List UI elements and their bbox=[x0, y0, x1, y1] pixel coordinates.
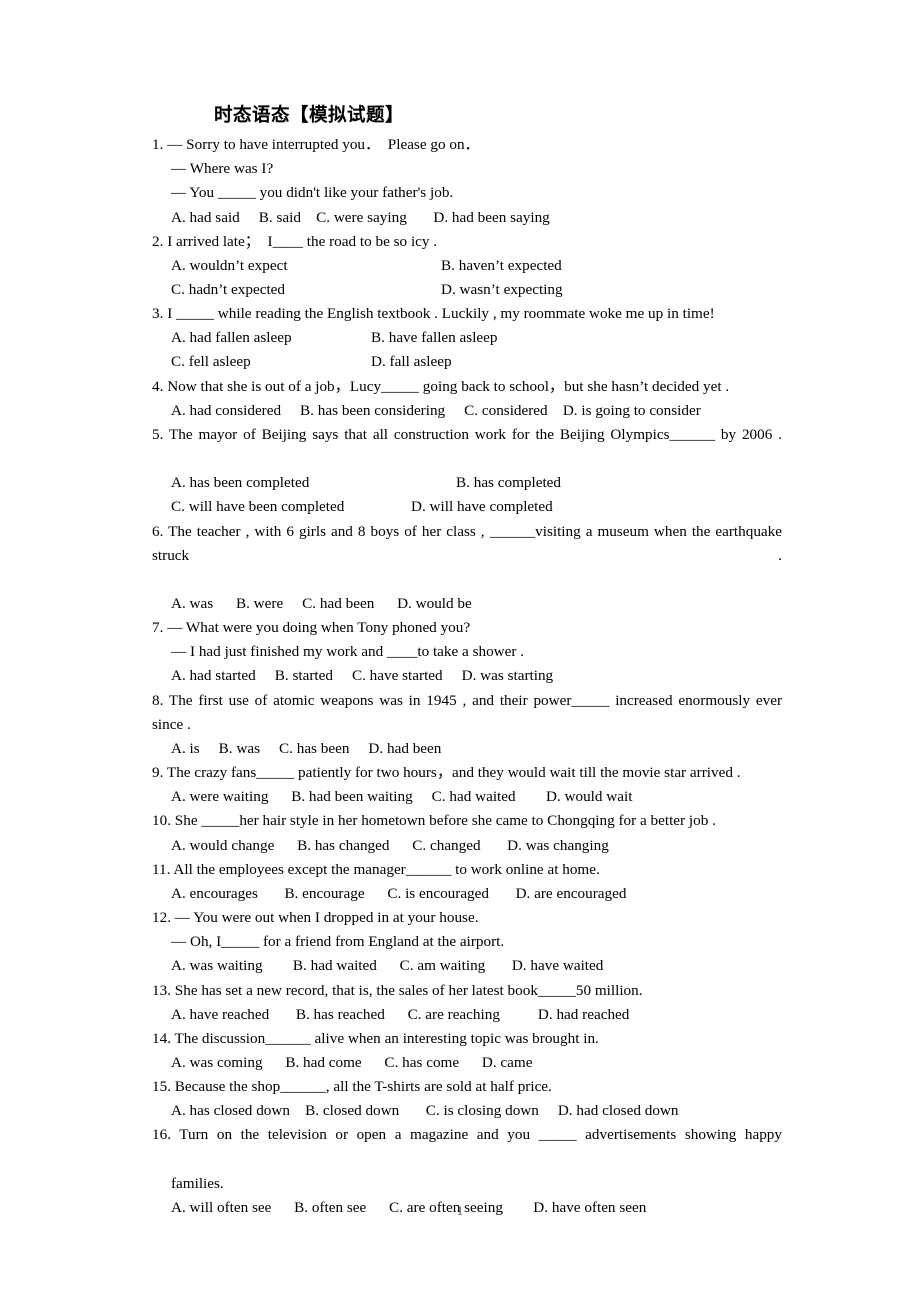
question-stem-continuation: families. bbox=[171, 1174, 224, 1192]
question-dialogue-line: — Where was I? bbox=[171, 160, 274, 178]
question-3: 3. I _____ while reading the English tex… bbox=[152, 302, 782, 374]
question-8: 8. The first use of atomic weapons was i… bbox=[152, 689, 782, 761]
option-b: B. haven’t expected bbox=[441, 256, 562, 274]
option-a: A. had fallen asleep bbox=[171, 329, 292, 347]
question-12: 12. — You were out when I dropped in at … bbox=[152, 906, 782, 978]
option-d: D. will have completed bbox=[411, 498, 553, 516]
question-5: 5. The mayor of Beijing says that all co… bbox=[152, 423, 782, 520]
question-11: 11. All the employees except the manager… bbox=[152, 858, 782, 906]
question-13: 13. She has set a new record, that is, t… bbox=[152, 979, 782, 1027]
question-stem: 11. All the employees except the manager… bbox=[152, 860, 600, 878]
question-options-row: A. has been completed B. has completed bbox=[152, 471, 782, 495]
question-options-row: A. wouldn’t expect B. haven’t expected bbox=[152, 254, 782, 278]
option-b: B. have fallen asleep bbox=[371, 329, 498, 347]
question-options-row: C. hadn’t expected D. wasn’t expecting bbox=[152, 278, 782, 302]
question-stem: 1. — Sorry to have interrupted you． Plea… bbox=[152, 136, 480, 154]
question-options: A. has closed down B. closed down C. is … bbox=[171, 1102, 679, 1120]
question-options: A. was coming B. had come C. has come D.… bbox=[171, 1053, 533, 1071]
option-c: C. fell asleep bbox=[171, 353, 251, 371]
question-options: A. have reached B. has reached C. are re… bbox=[171, 1005, 630, 1023]
question-dialogue-line: — Oh, I_____ for a friend from England a… bbox=[171, 933, 505, 951]
option-a: A. wouldn’t expect bbox=[171, 256, 288, 274]
question-stem: 16. Turn on the television or open a mag… bbox=[152, 1126, 782, 1144]
question-options: A. encourages B. encourage C. is encoura… bbox=[171, 884, 627, 902]
question-2: 2. I arrived late； I____ the road to be … bbox=[152, 230, 782, 302]
question-stem: 8. The first use of atomic weapons was i… bbox=[152, 691, 782, 733]
question-stem: 12. — You were out when I dropped in at … bbox=[152, 909, 479, 927]
question-options: A. had said B. said C. were saying D. ha… bbox=[171, 208, 550, 226]
option-d: D. wasn’t expecting bbox=[441, 280, 563, 298]
question-stem: 7. — What were you doing when Tony phone… bbox=[152, 619, 471, 637]
question-dialogue-line: — I had just finished my work and ____to… bbox=[171, 643, 525, 661]
document-body: 时态语态【模拟试题】 1. — Sorry to have interrupte… bbox=[152, 104, 782, 1220]
option-c: C. will have been completed bbox=[171, 498, 345, 516]
page-title: 时态语态【模拟试题】 bbox=[214, 105, 405, 126]
question-stem: 4. Now that she is out of a job，Lucy____… bbox=[152, 377, 730, 395]
question-stem: 5. The mayor of Beijing says that all co… bbox=[152, 425, 782, 443]
question-stem: 15. Because the shop______, all the T-sh… bbox=[152, 1078, 552, 1096]
question-options: A. was B. were C. had been D. would be bbox=[171, 595, 472, 613]
question-options: A. had started B. started C. have starte… bbox=[171, 667, 554, 685]
question-stem: 9. The crazy fans_____ patiently for two… bbox=[152, 764, 741, 782]
question-options-row: C. will have been completed D. will have… bbox=[152, 495, 782, 519]
question-4: 4. Now that she is out of a job，Lucy____… bbox=[152, 375, 782, 423]
option-b: B. has completed bbox=[456, 474, 562, 492]
option-a: A. has been completed bbox=[171, 474, 310, 492]
question-14: 14. The discussion______ alive when an i… bbox=[152, 1027, 782, 1075]
question-options: A. were waiting B. had been waiting C. h… bbox=[171, 788, 633, 806]
page-number: 1 bbox=[456, 1203, 464, 1218]
question-stem: 10. She _____her hair style in her homet… bbox=[152, 812, 716, 830]
question-10: 10. She _____her hair style in her homet… bbox=[152, 809, 782, 857]
question-stem: 3. I _____ while reading the English tex… bbox=[152, 305, 715, 323]
document-page: 时态语态【模拟试题】 1. — Sorry to have interrupte… bbox=[0, 0, 920, 1302]
question-7: 7. — What were you doing when Tony phone… bbox=[152, 616, 782, 688]
question-6: 6. The teacher , with 6 girls and 8 boys… bbox=[152, 520, 782, 617]
question-9: 9. The crazy fans_____ patiently for two… bbox=[152, 761, 782, 809]
question-stem: 14. The discussion______ alive when an i… bbox=[152, 1029, 599, 1047]
question-options-row: A. had fallen asleep B. have fallen asle… bbox=[152, 326, 782, 350]
question-stem: 6. The teacher , with 6 girls and 8 boys… bbox=[152, 522, 782, 564]
question-options-row: C. fell asleep D. fall asleep bbox=[152, 350, 782, 374]
question-options: A. is B. was C. has been D. had been bbox=[171, 739, 442, 757]
question-stem: 13. She has set a new record, that is, t… bbox=[152, 981, 643, 999]
question-15: 15. Because the shop______, all the T-sh… bbox=[152, 1075, 782, 1123]
question-options: A. would change B. has changed C. change… bbox=[171, 836, 609, 854]
option-c: C. hadn’t expected bbox=[171, 280, 286, 298]
question-options: A. was waiting B. had waited C. am waiti… bbox=[171, 957, 604, 975]
option-d: D. fall asleep bbox=[371, 353, 452, 371]
question-dialogue-line: — You _____ you didn't like your father'… bbox=[171, 184, 454, 202]
question-stem: 2. I arrived late； I____ the road to be … bbox=[152, 232, 438, 250]
question-options: A. had considered B. has been considerin… bbox=[171, 401, 701, 419]
question-1: 1. — Sorry to have interrupted you． Plea… bbox=[152, 133, 782, 230]
